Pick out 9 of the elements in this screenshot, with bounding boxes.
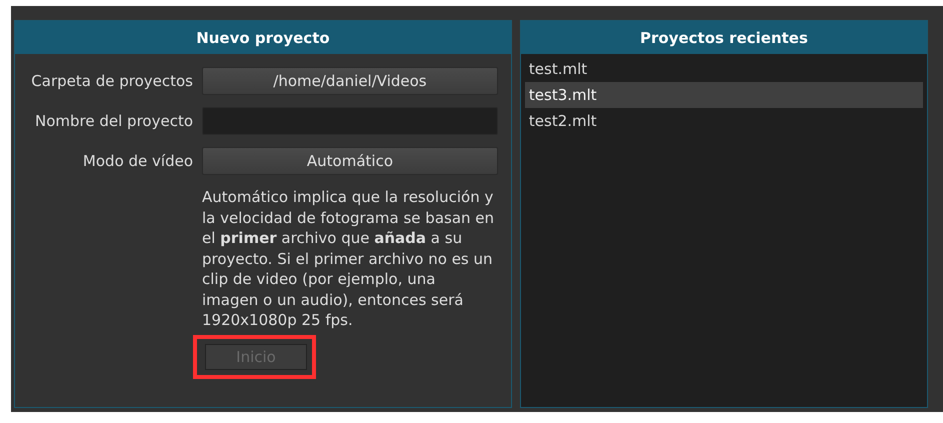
- field-label: Carpeta de proyectos: [30, 72, 193, 90]
- field-label: Nombre del proyecto: [34, 112, 193, 130]
- list-item[interactable]: test3.mlt: [524, 82, 923, 108]
- select-button[interactable]: /home/daniel/Videos: [202, 67, 498, 95]
- select-button[interactable]: Automático: [202, 147, 498, 175]
- panel-title: Proyectos recientes: [520, 21, 927, 54]
- panel-title: Nuevo proyecto: [15, 21, 511, 54]
- field-label: Modo de vídeo: [82, 152, 193, 170]
- description-text: Automático implica que la resolución y la velocidad de fotograma se basan en el primer archivo que añada a su proyecto. Si el primer archivo no es un clip de video (por ejemplo, una imagen o un audio), entonces será 1920x1080p 25 fps.: [202, 187, 496, 330]
